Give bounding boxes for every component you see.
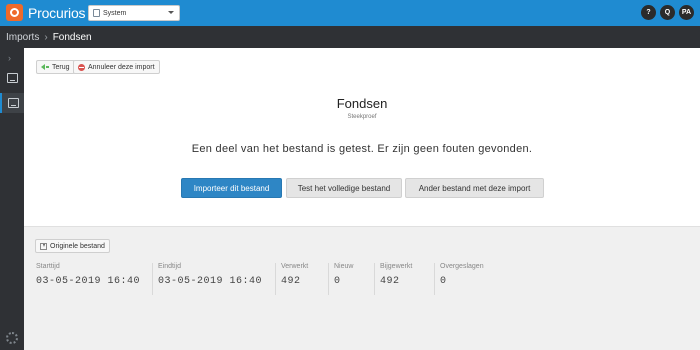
expand-sidebar-icon[interactable]: ›: [8, 53, 11, 63]
back-button[interactable]: Terug: [36, 60, 75, 74]
stat-label: Overgeslagen: [440, 263, 484, 270]
environment-select[interactable]: System: [88, 5, 180, 21]
original-file-label: Originele bestand: [50, 242, 105, 250]
help-button[interactable]: ?: [641, 5, 656, 20]
stat-value: 492: [281, 276, 301, 287]
back-button-label: Terug: [52, 63, 70, 71]
breadcrumb-link-imports[interactable]: Imports: [6, 32, 39, 43]
stat-label: Nieuw: [334, 263, 354, 270]
breadcrumb-separator: ›: [44, 31, 48, 43]
stat-start-time: Starttijd 03-05-2019 16:40: [36, 263, 140, 287]
sidebar-item-import[interactable]: [0, 68, 24, 88]
result-message: Een deel van het bestand is getest. Er z…: [191, 143, 533, 155]
user-avatar-button[interactable]: PA: [679, 5, 694, 20]
stat-skipped: Overgeslagen 0: [434, 263, 484, 295]
app-name: Procurios: [28, 4, 86, 21]
import-details-panel: Originele bestand Starttijd 03-05-2019 1…: [24, 226, 700, 350]
stat-value: 0: [334, 276, 341, 287]
original-file-button[interactable]: Originele bestand: [35, 239, 110, 253]
test-full-file-button[interactable]: Test het volledige bestand: [286, 178, 402, 198]
database-icon: [93, 9, 100, 17]
stat-updated: Bijgewerkt 492: [374, 263, 412, 295]
stat-value: 03-05-2019 16:40: [158, 276, 263, 287]
stat-processed: Verwerkt 492: [275, 263, 308, 295]
stat-value: 0: [440, 276, 447, 287]
stat-label: Starttijd: [36, 263, 60, 270]
download-icon: [40, 242, 47, 250]
import-icon: [6, 73, 18, 83]
page-title: Fondsen: [336, 96, 388, 111]
gear-icon[interactable]: [6, 332, 18, 344]
breadcrumb: Imports › Fondsen: [0, 26, 700, 48]
environment-select-value: System: [103, 9, 127, 17]
stat-value: 492: [380, 276, 400, 287]
stat-end-time: Eindtijd 03-05-2019 16:40: [152, 263, 262, 295]
stat-label: Eindtijd: [158, 263, 181, 270]
stat-value: 03-05-2019 16:40: [36, 276, 141, 287]
top-bar: Procurios System ? Q PA: [0, 0, 700, 26]
import-file-button[interactable]: Importeer dit bestand: [181, 178, 282, 198]
other-file-button[interactable]: Ander bestand met deze import: [405, 178, 544, 198]
stat-label: Verwerkt: [281, 263, 309, 270]
stat-new: Nieuw 0: [328, 263, 353, 295]
app-logo[interactable]: Procurios: [6, 4, 86, 21]
cancel-import-label: Annuleer deze import: [88, 63, 155, 71]
sidebar: ›: [0, 48, 24, 350]
sidebar-item-imports-list[interactable]: [0, 93, 24, 113]
cancel-import-button[interactable]: Annuleer deze import: [73, 60, 160, 74]
cancel-icon: [78, 63, 85, 71]
procurios-logo-icon: [6, 4, 23, 21]
page-subtitle: Steekproef: [347, 114, 377, 120]
list-icon: [7, 98, 19, 108]
import-result-card: Terug Annuleer deze import Fondsen Steek…: [24, 48, 700, 226]
breadcrumb-current: Fondsen: [52, 31, 92, 43]
arrow-left-icon: [41, 64, 45, 70]
chevron-down-icon: [168, 11, 174, 14]
stat-label: Bijgewerkt: [380, 263, 413, 270]
search-button[interactable]: Q: [660, 5, 675, 20]
